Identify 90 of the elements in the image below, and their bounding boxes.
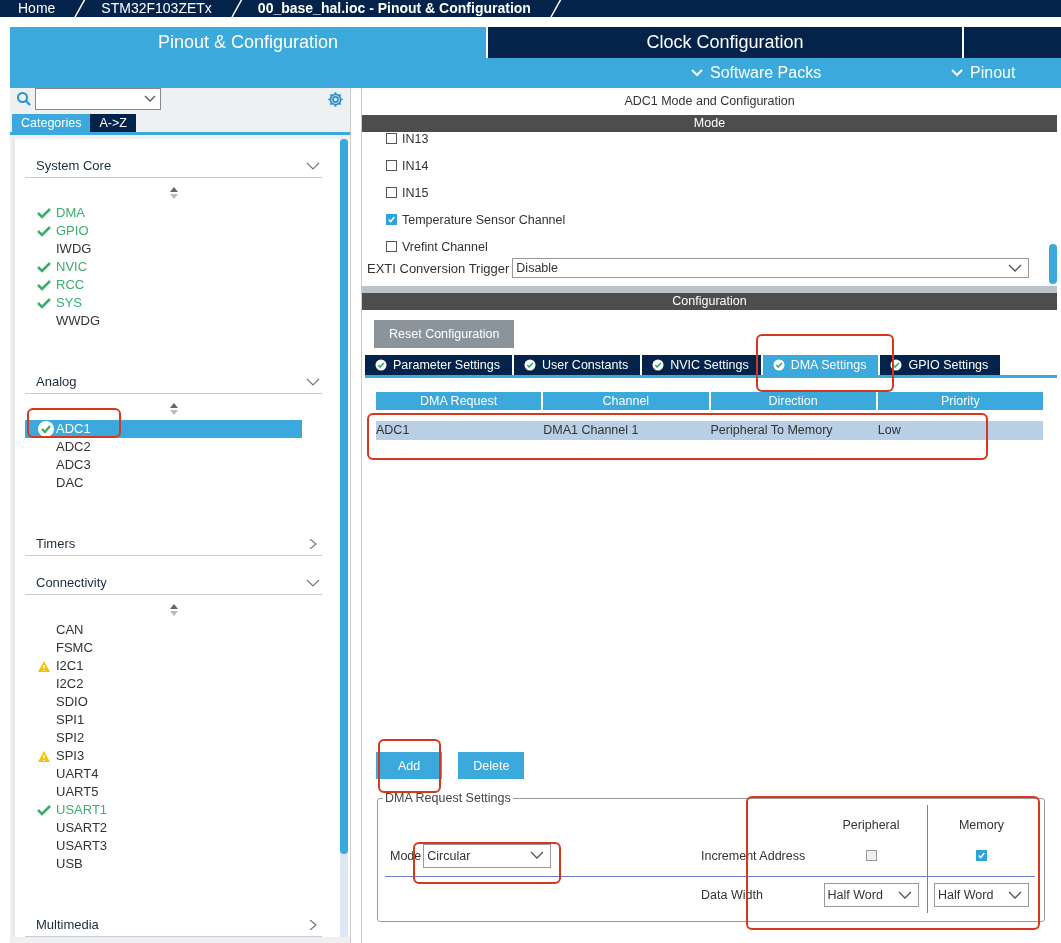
peripheral-item[interactable]: USART3: [25, 837, 302, 855]
breadcrumb-item[interactable]: 00_base_hal.ioc - Pinout & Configuration: [257, 0, 543, 17]
caret-icon: [530, 851, 545, 860]
settings-icon[interactable]: [327, 90, 344, 108]
peripheral-item[interactable]: SPI1: [25, 711, 302, 729]
settings-tab[interactable]: User Constants: [514, 355, 641, 375]
column-label: Memory: [927, 805, 1035, 835]
check-circle-icon: [890, 359, 903, 371]
view-tab[interactable]: A->Z: [90, 114, 136, 132]
category-header[interactable]: Analog: [25, 370, 322, 394]
settings-tab[interactable]: Parameter Settings: [365, 355, 512, 375]
search-icon[interactable]: [16, 91, 32, 107]
caret-icon: [1008, 263, 1022, 273]
sort-icon[interactable]: [168, 603, 179, 617]
category-header[interactable]: Timers: [25, 532, 322, 556]
peripheral-item[interactable]: USB: [25, 855, 302, 873]
chevron-icon: [306, 160, 320, 171]
peripheral-item[interactable]: FSMC: [25, 639, 302, 657]
peripheral-item[interactable]: I2C2: [25, 675, 302, 693]
check-icon: [37, 225, 51, 237]
check-icon: [37, 207, 51, 219]
channel-checkbox[interactable]: Temperature Sensor Channel: [386, 206, 1049, 233]
channel-checkbox[interactable]: Vrefint Channel: [386, 233, 1049, 260]
peripheral-item[interactable]: ADC3: [25, 456, 302, 474]
category-header[interactable]: System Core: [25, 154, 322, 178]
peripheral-item[interactable]: ADC2: [25, 438, 302, 456]
peripheral-item[interactable]: CAN: [25, 621, 302, 639]
table-cell-text: ADC1: [376, 422, 411, 439]
table-cell-text: Peripheral To Memory: [710, 422, 834, 439]
main-tab[interactable]: Clock Configuration: [488, 27, 964, 58]
caret-icon: [144, 95, 156, 103]
breadcrumb-item[interactable]: STM32F103ZETx: [101, 0, 224, 17]
check-icon: [977, 850, 986, 861]
peripheral-item[interactable]: DAC: [25, 474, 302, 492]
section-header: Mode: [362, 115, 1057, 132]
channel-checkbox[interactable]: IN15: [386, 179, 1049, 206]
sort-icon[interactable]: [168, 186, 179, 200]
peripheral-item[interactable]: IWDG: [25, 240, 302, 258]
scrollbar-thumb[interactable]: [340, 139, 348, 854]
check-circle-icon: [375, 359, 387, 371]
breadcrumb-item[interactable]: Home: [18, 0, 68, 17]
check-icon: [37, 804, 51, 816]
check-circle-icon: [772, 359, 785, 371]
check-circle-icon: [524, 359, 536, 371]
settings-tab[interactable]: NVIC Settings: [642, 355, 761, 375]
caret-icon: [690, 68, 704, 78]
peripheral-item[interactable]: SDIO: [25, 693, 302, 711]
search-field[interactable]: [35, 88, 161, 110]
category-header[interactable]: Multimedia: [25, 913, 322, 937]
peripheral-item[interactable]: UART4: [25, 765, 302, 783]
channel-checkbox[interactable]: IN13: [386, 132, 1049, 152]
column-label: Peripheral: [841, 817, 901, 834]
check-icon: [37, 279, 51, 291]
highlight-box: [378, 739, 441, 793]
trigger-dropdown[interactable]: Disable: [512, 258, 1029, 278]
peripheral-item[interactable]: USART2: [25, 819, 302, 837]
peripheral-item[interactable]: I2C1: [25, 657, 302, 675]
table-row[interactable]: ADC1 DMA1 Channel 1 Peripheral To Memory Low: [376, 421, 1043, 440]
check-circle-icon: [652, 359, 665, 371]
peripheral-item[interactable]: UART5: [25, 783, 302, 801]
table-cell-text: DMA1 Channel 1: [543, 422, 640, 439]
peripheral-item[interactable]: WWDG: [25, 312, 302, 330]
peripheral-item[interactable]: SPI2: [25, 729, 302, 747]
sort-icon[interactable]: [168, 402, 179, 416]
caret-icon: [897, 890, 912, 900]
category-header[interactable]: Connectivity: [25, 571, 322, 595]
channel-checkbox[interactable]: IN14: [386, 152, 1049, 179]
caret-icon: [950, 68, 964, 78]
checkbox[interactable]: [976, 850, 987, 861]
check-icon: [387, 214, 396, 225]
checkbox[interactable]: [865, 850, 877, 861]
caret-icon: [1008, 890, 1022, 900]
field-label: EXTI Conversion Trigger: [367, 260, 510, 276]
chevron-icon: [306, 577, 320, 588]
mode-dropdown[interactable]: Circular: [423, 843, 552, 868]
section-header: Configuration: [362, 293, 1057, 310]
warning-icon: [37, 659, 51, 673]
group-legend: DMA Request Settings: [383, 791, 513, 805]
check-circle-icon: [37, 420, 55, 438]
table-cell-text: Low: [877, 422, 902, 439]
check-icon: [37, 297, 51, 309]
scrollbar-thumb[interactable]: [1049, 244, 1057, 284]
settings-tab[interactable]: GPIO Settings: [880, 355, 1001, 375]
warning-icon: [37, 749, 51, 763]
panel-title: ADC1 Mode and Configuration: [623, 93, 796, 110]
check-icon: [37, 261, 51, 273]
data-width-dropdown[interactable]: Half Word: [823, 883, 919, 907]
data-width-dropdown[interactable]: Half Word: [934, 883, 1029, 907]
peripheral-item[interactable]: SPI3: [25, 747, 302, 765]
chevron-icon: [306, 376, 320, 387]
